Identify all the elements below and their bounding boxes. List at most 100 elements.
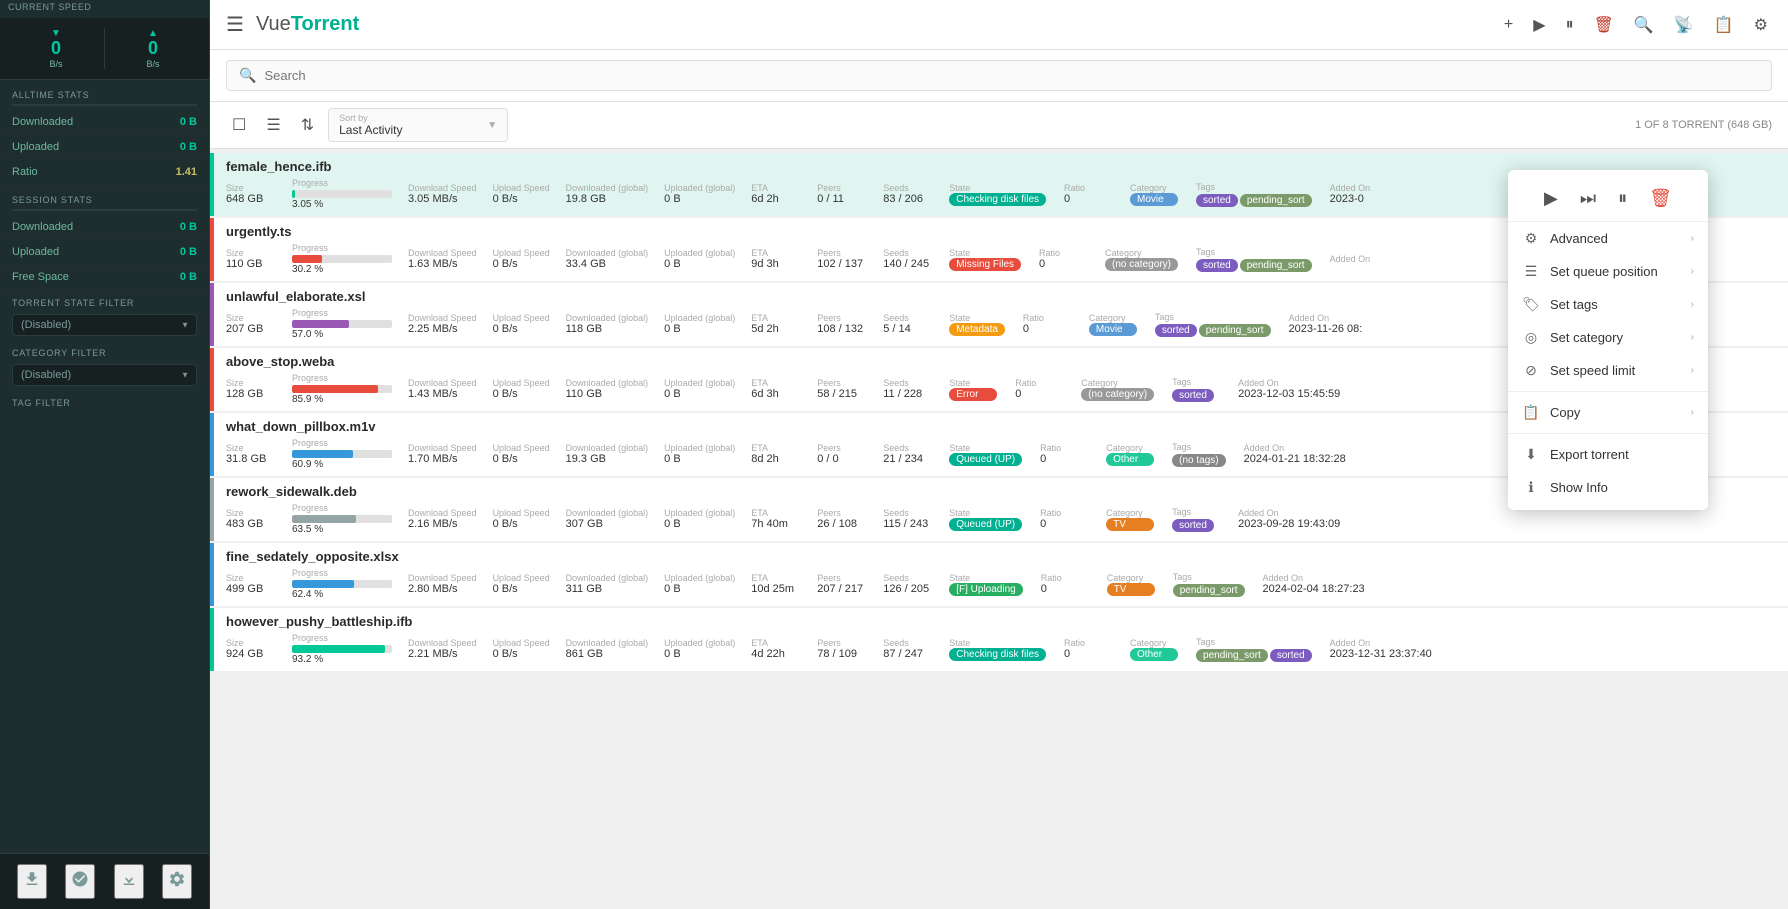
torrent-category-col: Category Movie <box>1089 313 1139 336</box>
torrent-dl-speed-col: Download Speed 2.80 MB/s <box>408 573 477 595</box>
sort-chevron-icon: ▼ <box>487 120 497 131</box>
torrent-name: urgently.ts <box>226 224 292 239</box>
torrent-uploaded-col: Uploaded (global) 0 B <box>664 313 735 335</box>
ctx-set-category-item[interactable]: ◎ Set category › <box>1508 321 1708 354</box>
context-menu-actions-top: ▶ ⏭ ⏸ 🗑 <box>1508 176 1708 222</box>
torrent-state-col: State Missing Files <box>949 248 1023 271</box>
torrent-ul-speed-col: Upload Speed 0 B/s <box>493 378 550 400</box>
torrent-tags-col: Tags sorted <box>1172 377 1222 402</box>
tag-badge: sorted <box>1172 519 1214 532</box>
ctx-advanced-item[interactable]: ⚙ Advanced › <box>1508 222 1708 255</box>
torrent-uploaded-col: Uploaded (global) 0 B <box>664 378 735 400</box>
add-button[interactable]: + <box>1500 12 1517 38</box>
tags-container: pending_sortsorted <box>1196 647 1314 662</box>
sort-dropdown[interactable]: Sort by Last Activity ▼ <box>328 108 508 142</box>
ctx-set-tags-label: Set tags <box>1550 297 1598 312</box>
tag-badge: sorted <box>1172 389 1214 402</box>
torrent-eta-col: ETA 4d 22h <box>751 638 801 660</box>
ctx-play-button[interactable]: ▶ <box>1540 184 1562 213</box>
tag-filter-label: TAG FILTER <box>12 398 71 408</box>
ctx-pause-button[interactable]: ⏸ <box>1614 184 1631 213</box>
torrent-state-col: State [F] Uploading <box>949 573 1024 596</box>
torrent-added-col: Added On 2023-12-31 23:37:40 <box>1330 638 1432 660</box>
tags-container: sorted <box>1172 517 1222 532</box>
ctx-fast-forward-button[interactable]: ⏭ <box>1576 184 1600 213</box>
torrent-item[interactable]: however_pushy_battleship.ifb Size 924 GB… <box>210 608 1788 671</box>
torrent-state-filter-select[interactable]: (Disabled) <box>12 314 197 336</box>
torrent-category-col: Category Movie <box>1130 183 1180 206</box>
torrent-dl-speed-col: Download Speed 1.43 MB/s <box>408 378 477 400</box>
torrent-size-col: Size 207 GB <box>226 313 276 335</box>
ctx-advanced-label: Advanced <box>1550 231 1608 246</box>
torrent-eta-col: ETA 6d 3h <box>751 378 801 400</box>
torrent-state-filter: TORRENT STATE FILTER (Disabled) <box>0 290 209 340</box>
settings-button[interactable] <box>162 864 192 899</box>
add-torrent-button[interactable] <box>17 864 47 899</box>
torrent-eta-col: ETA 8d 2h <box>751 443 801 465</box>
ctx-show-info-label: Show Info <box>1550 480 1608 495</box>
check-button[interactable] <box>65 864 95 899</box>
search-input[interactable] <box>264 68 1759 83</box>
zoom-button[interactable]: 🔍 <box>1630 11 1658 39</box>
session-downloaded-row: Downloaded 0 B <box>0 215 209 240</box>
category-filter-select[interactable]: (Disabled) <box>12 364 197 386</box>
download-button[interactable] <box>114 864 144 899</box>
ctx-copy-item[interactable]: 📋 Copy › <box>1508 396 1708 429</box>
state-badge: Queued (UP) <box>949 518 1022 531</box>
clipboard-button[interactable]: 📋 <box>1710 11 1738 39</box>
torrent-state-col: State Checking disk files <box>949 638 1048 661</box>
torrent-added-col: Added On 2023-11-26 08: <box>1289 313 1363 335</box>
category-icon: ◎ <box>1522 329 1540 346</box>
torrent-ratio-col: Ratio 0 <box>1040 508 1090 530</box>
ctx-set-category-label: Set category <box>1550 330 1623 345</box>
list-view-button[interactable]: ☰ <box>260 111 286 139</box>
torrent-ratio-col: Ratio 0 <box>1064 183 1114 205</box>
tag-badge: sorted <box>1196 194 1238 207</box>
torrent-peers-col: Peers 207 / 217 <box>817 573 867 595</box>
ctx-delete-button[interactable]: 🗑 <box>1645 184 1676 213</box>
torrent-ul-speed-col: Upload Speed 0 B/s <box>493 508 550 530</box>
select-all-button[interactable]: ☐ <box>226 111 252 139</box>
torrent-details: Size 924 GB Progress 93.2 % Download Spe… <box>214 631 1788 671</box>
torrent-item[interactable]: fine_sedately_opposite.xlsx Size 499 GB … <box>210 543 1788 606</box>
category-badge: (no category) <box>1105 258 1178 271</box>
torrent-ul-speed-col: Upload Speed 0 B/s <box>493 638 550 660</box>
settings-topbar-button[interactable]: ⚙ <box>1750 11 1772 39</box>
torrent-progress-col: Progress 63.5 % <box>292 503 392 535</box>
free-space-label: Free Space <box>12 271 69 283</box>
torrent-eta-col: ETA 5d 2h <box>751 313 801 335</box>
torrent-uploaded-col: Uploaded (global) 0 B <box>664 573 735 595</box>
export-icon: ⬇ <box>1522 446 1540 463</box>
torrent-seeds-col: Seeds 126 / 205 <box>883 573 933 595</box>
rss-button[interactable]: 📡 <box>1670 11 1698 39</box>
torrent-tags-col: Tags sortedpending_sort <box>1196 182 1314 207</box>
torrent-state-col: State Checking disk files <box>949 183 1048 206</box>
torrent-name: fine_sedately_opposite.xlsx <box>226 549 399 564</box>
torrent-uploaded-col: Uploaded (global) 0 B <box>664 638 735 660</box>
torrent-state-col: State Error <box>949 378 999 401</box>
ratio-value: 1.41 <box>176 166 197 178</box>
torrent-dl-speed-col: Download Speed 3.05 MB/s <box>408 183 477 205</box>
ctx-set-speed-item[interactable]: ⊘ Set speed limit › <box>1508 354 1708 387</box>
torrent-name: above_stop.weba <box>226 354 334 369</box>
pause-button[interactable]: ⏸ <box>1562 12 1578 38</box>
torrent-size-col: Size 648 GB <box>226 183 276 205</box>
ctx-set-queue-item[interactable]: ☰ Set queue position › <box>1508 255 1708 288</box>
ctx-set-tags-item[interactable]: 🏷 Set tags › <box>1508 288 1708 321</box>
speed-chevron-icon: › <box>1691 365 1694 376</box>
menu-icon[interactable]: ☰ <box>226 12 244 37</box>
torrent-progress-col: Progress 62.4 % <box>292 568 392 600</box>
delete-button[interactable]: 🗑 <box>1590 11 1618 39</box>
play-button[interactable]: ▶ <box>1529 11 1549 39</box>
advanced-icon: ⚙ <box>1522 230 1540 247</box>
ctx-show-info-item[interactable]: ℹ Show Info <box>1508 471 1708 504</box>
copy-icon: 📋 <box>1522 404 1540 421</box>
upload-speed-value: 0 <box>148 39 158 59</box>
ratio-label: Ratio <box>12 166 38 178</box>
torrent-downloaded-col: Downloaded (global) 311 GB <box>566 573 649 595</box>
sort-label: Sort by <box>339 113 402 123</box>
ctx-export-item[interactable]: ⬇ Export torrent <box>1508 438 1708 471</box>
category-badge: Movie <box>1130 193 1178 206</box>
compact-view-button[interactable]: ⇅ <box>295 111 320 139</box>
download-speed-box: ▼ 0 B/s <box>8 24 104 73</box>
